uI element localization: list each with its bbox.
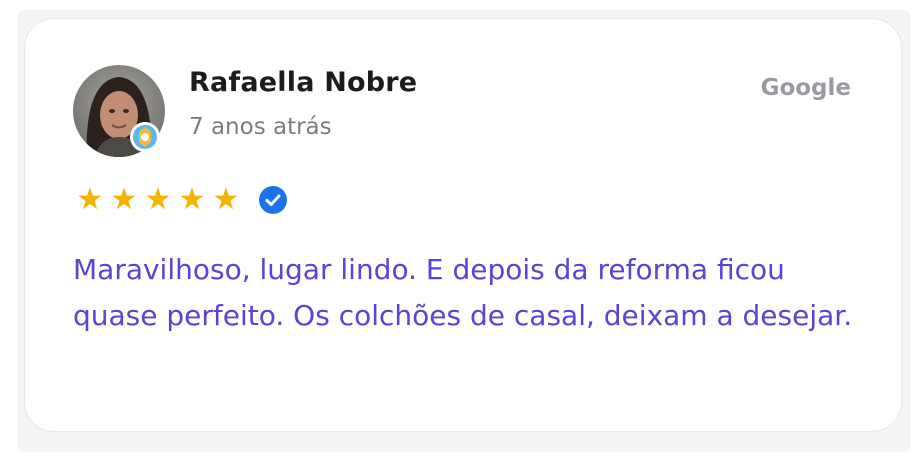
reviewer-name[interactable]: Rafaella Nobre	[189, 67, 417, 98]
star-icon: ★	[76, 182, 104, 217]
review-source-label: Google	[760, 75, 851, 101]
review-date: 7 anos atrás	[189, 114, 332, 140]
review-text: Maravilhoso, lugar lindo. E depois da re…	[73, 253, 853, 332]
star-icon: ★	[212, 182, 240, 217]
star-rating: ★ ★ ★ ★ ★	[73, 183, 288, 217]
reviewer-avatar[interactable]	[73, 65, 165, 157]
local-guide-badge-icon	[129, 121, 161, 153]
review-card: Rafaella Nobre 7 anos atrás Google ★ ★ ★…	[24, 18, 902, 432]
star-icon: ★	[144, 182, 172, 217]
star-icon: ★	[110, 182, 138, 217]
verified-check-icon	[258, 185, 288, 215]
star-icon: ★	[178, 182, 206, 217]
